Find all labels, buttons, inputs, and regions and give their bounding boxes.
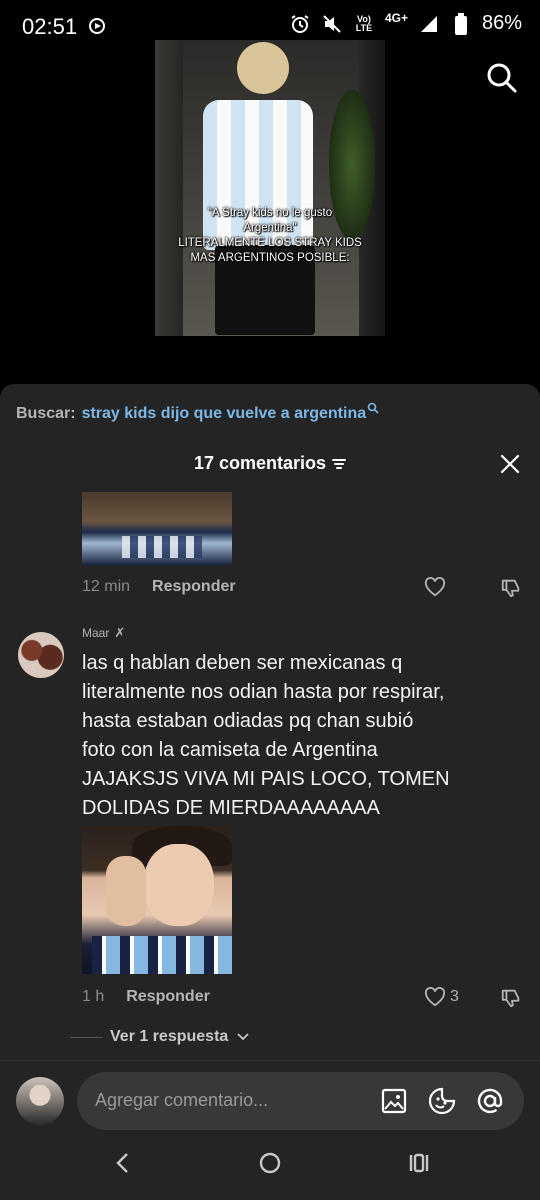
search-icon[interactable]	[486, 62, 518, 94]
recents-icon[interactable]	[404, 1148, 434, 1178]
search-label: Buscar:	[16, 405, 76, 422]
youtube-notification-icon	[89, 18, 105, 34]
reply-button[interactable]: Responder	[152, 578, 236, 596]
video-preview[interactable]: "A Stray kids no le gusto Argentina" LIT…	[155, 40, 385, 336]
comment-input-bar: Agregar comentario...	[0, 1072, 540, 1132]
heart-icon	[424, 577, 446, 597]
image-icon[interactable]	[379, 1086, 409, 1116]
thumbs-down-icon	[501, 579, 520, 598]
search-mini-icon	[367, 402, 379, 417]
user-badge-icon: ✗	[114, 625, 126, 640]
emoji-icon[interactable]	[427, 1086, 457, 1116]
mute-icon	[321, 13, 343, 35]
status-icons: Vo) LTE 4G+ 86%	[289, 10, 522, 35]
comment-image[interactable]	[82, 826, 232, 974]
system-nav-bar	[0, 1128, 540, 1200]
alarm-icon	[289, 13, 311, 35]
dislike-button[interactable]	[500, 577, 522, 599]
comment-image-previous[interactable]	[82, 492, 232, 565]
search-query-link[interactable]: stray kids dijo que vuelve a argentina	[82, 405, 367, 423]
reply-button[interactable]: Responder	[126, 988, 210, 1006]
avatar[interactable]	[18, 632, 64, 678]
comments-panel: Buscar: stray kids dijo que vuelve a arg…	[0, 384, 540, 1200]
thumbs-down-icon	[501, 989, 520, 1008]
battery-icon	[450, 12, 472, 35]
back-icon[interactable]	[108, 1148, 138, 1178]
volte-icon: Vo) LTE	[355, 13, 373, 33]
like-button[interactable]	[424, 577, 446, 597]
signal-icon	[418, 13, 440, 35]
dislike-button[interactable]	[500, 987, 522, 1009]
video-caption: "A Stray kids no le gusto Argentina" LIT…	[178, 207, 362, 264]
comment-text: las q hablan deben ser mexicanas q liter…	[82, 652, 450, 819]
comments-header: 17 comentarios	[0, 453, 540, 474]
network-type: 4G+	[384, 10, 408, 25]
comment-time: 12 min	[82, 578, 131, 595]
divider	[0, 1060, 540, 1061]
search-suggestion[interactable]: Buscar: stray kids dijo que vuelve a arg…	[16, 402, 379, 423]
close-icon[interactable]	[500, 454, 520, 474]
home-icon[interactable]	[255, 1148, 285, 1178]
comment-input[interactable]: Agregar comentario...	[77, 1072, 524, 1130]
replies-divider-line	[70, 1036, 102, 1038]
comment-meta: 1 h Responder	[82, 988, 210, 1006]
video-person-head	[237, 42, 289, 94]
previous-comment-meta: 12 min Responder	[82, 578, 236, 596]
filter-icon[interactable]	[332, 458, 347, 470]
mention-icon[interactable]	[475, 1086, 505, 1116]
chevron-down-icon	[237, 1033, 249, 1041]
comment-time: 1 h	[82, 988, 105, 1005]
like-button[interactable]: 3	[424, 987, 459, 1007]
battery-percent: 86%	[481, 12, 522, 34]
comment-username[interactable]: Maar ✗	[82, 625, 125, 641]
my-avatar	[16, 1077, 64, 1125]
like-count: 3	[450, 988, 459, 1005]
heart-icon	[424, 987, 446, 1007]
status-time: 02:51	[22, 14, 78, 39]
comment-input-placeholder: Agregar comentario...	[95, 1090, 269, 1110]
view-replies-button[interactable]: Ver 1 respuesta	[70, 1028, 250, 1046]
comments-count-title[interactable]: 17 comentarios	[194, 453, 347, 474]
